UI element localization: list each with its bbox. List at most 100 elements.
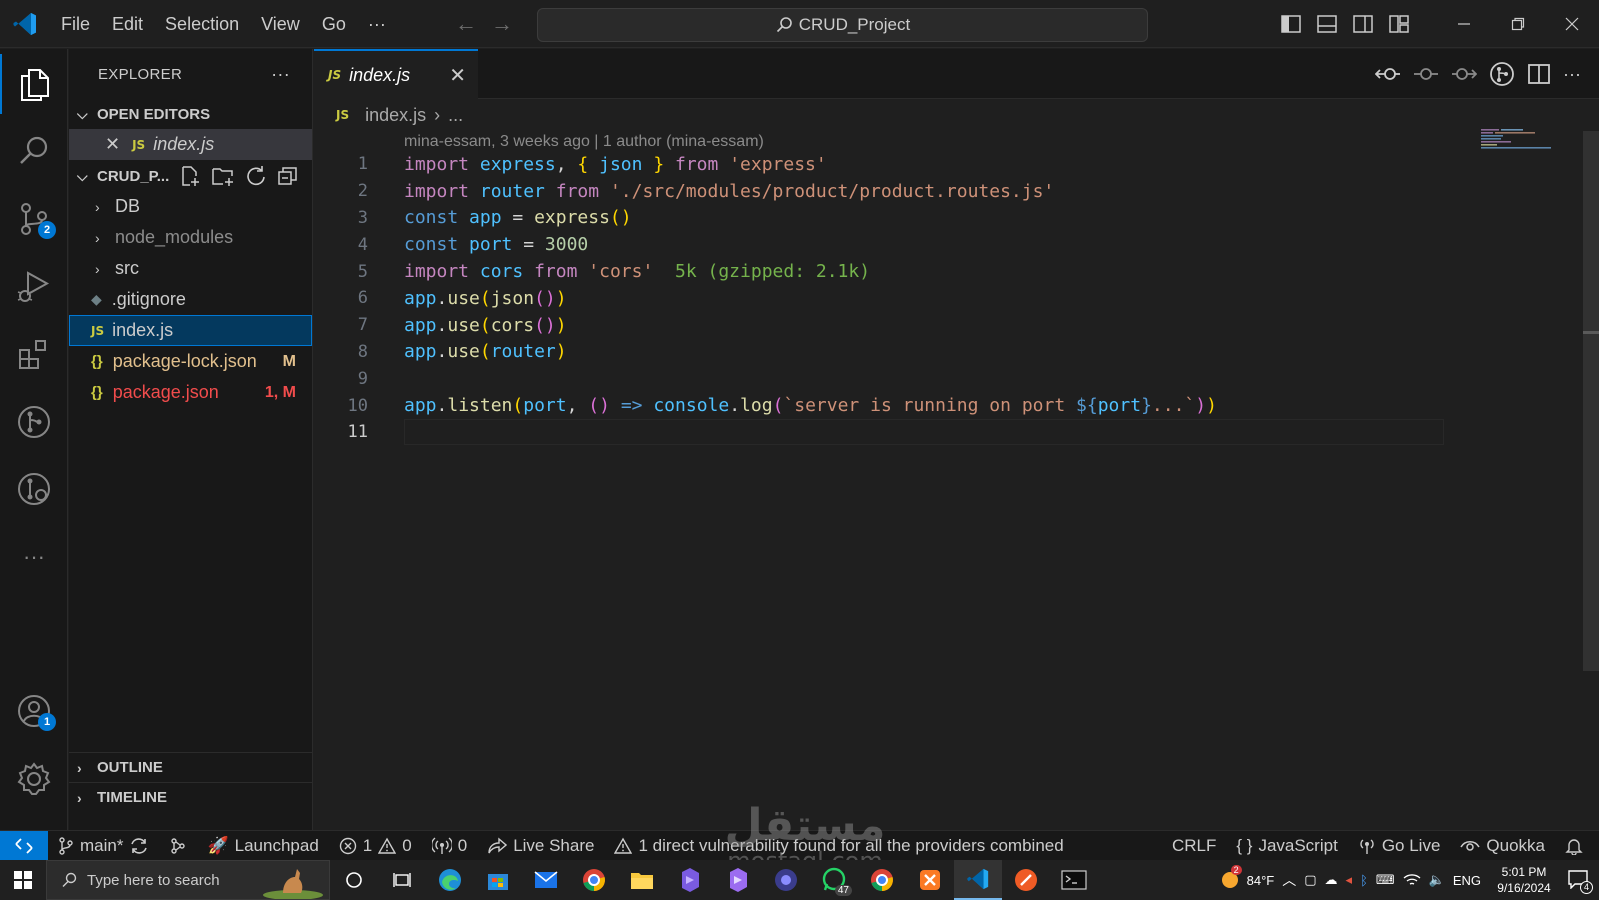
taskbar-search[interactable]: Type here to search [46,860,330,900]
next-change-icon[interactable] [1451,63,1478,85]
chevron-up-icon[interactable]: ︿ [1282,870,1296,890]
code-line[interactable]: 4 const port = 3000 [314,231,1464,258]
more-activity[interactable]: ··· [0,527,68,587]
code-line[interactable]: 9 [314,365,1464,392]
taskbar-visual-studio-2[interactable] [714,860,762,900]
menu-selection[interactable]: Selection [154,0,250,48]
open-editors-header[interactable]: ⌵ OPEN EDITORS [69,99,312,129]
language-status[interactable]: { } JavaScript [1226,836,1347,856]
code-line[interactable]: 10 app.listen(port, () => console.log(`se… [314,392,1464,419]
menu-file[interactable]: File [50,0,101,48]
customize-layout-icon[interactable] [1381,0,1417,48]
gitlens-activity[interactable] [0,392,68,452]
close-window-icon[interactable] [1545,0,1599,48]
menu-view[interactable]: View [250,0,311,48]
code-line[interactable]: 11 [314,419,1464,446]
vulnerability-status[interactable]: 1 direct vulnerability found for all the… [604,836,1073,856]
taskbar-edge[interactable] [426,860,474,900]
code-line[interactable]: 5 import cors from 'cors' 5k (gzipped: 2.… [314,258,1464,285]
manage-activity[interactable] [0,749,68,809]
taskbar-app-blue[interactable] [762,860,810,900]
accounts-activity[interactable]: 1 [0,681,68,741]
taskbar-file-explorer[interactable] [618,860,666,900]
notifications-status[interactable] [1555,837,1599,855]
gitlens-graph-icon[interactable] [1489,61,1515,87]
collapse-all-icon[interactable] [277,165,299,187]
taskbar-postman[interactable] [1002,860,1050,900]
toggle-primary-sidebar-icon[interactable] [1273,0,1309,48]
tree-file-index-js[interactable]: JS index.js [69,315,312,346]
code-line[interactable]: 2 import router from './src/modules/produ… [314,178,1464,205]
meet-now-icon[interactable]: ▢ [1304,872,1316,888]
code-line[interactable]: 3 const app = express() [314,205,1464,232]
branch-status[interactable]: main* [48,836,159,856]
menu-edit[interactable]: Edit [101,0,154,48]
tree-file-package-lock[interactable]: {} package-lock.json M [69,346,312,377]
eol-status[interactable]: CRLF [1162,836,1226,856]
taskbar-store[interactable] [474,860,522,900]
ports-status[interactable]: 0 [422,836,477,856]
toggle-secondary-sidebar-icon[interactable] [1345,0,1381,48]
taskbar-visual-studio[interactable] [666,860,714,900]
taskbar-chrome-2[interactable] [858,860,906,900]
outline-header[interactable]: › OUTLINE [69,752,313,782]
language-indicator[interactable]: ENG [1453,873,1481,888]
previous-change-icon[interactable] [1375,63,1401,85]
tree-file-package-json[interactable]: {} package.json 1, M [69,377,312,408]
taskbar-vscode[interactable] [954,860,1002,900]
close-tab-icon[interactable]: ✕ [449,63,466,88]
extensions-activity[interactable] [0,325,68,385]
toggle-panel-icon[interactable] [1309,0,1345,48]
timeline-header[interactable]: › TIMELINE [69,782,313,812]
breadcrumb-more[interactable]: ... [448,105,463,126]
taskbar-chrome[interactable] [570,860,618,900]
launchpad-status[interactable]: 🚀 Launchpad [197,836,328,856]
new-file-icon[interactable] [179,165,201,187]
menu-go[interactable]: Go [311,0,357,48]
project-header[interactable]: ⌵ CRUD_P... [69,161,312,191]
live-share-status[interactable]: Live Share [477,836,604,856]
close-icon[interactable]: ✕ [105,134,120,155]
go-live-status[interactable]: Go Live [1348,836,1451,856]
breadcrumb-file[interactable]: index.js [365,105,426,126]
run-debug-activity[interactable] [0,257,68,317]
volume-muted-icon[interactable]: ◂ [1346,872,1353,888]
command-center-search[interactable]: CRUD_Project [537,8,1148,42]
windows-start-button[interactable] [0,860,46,900]
sync-icon[interactable] [129,837,149,855]
code-line[interactable]: 6 app.use(json()) [314,285,1464,312]
back-arrow-icon[interactable]: ← [455,11,477,37]
explorer-more-button[interactable]: ··· [271,64,290,85]
tree-file-gitignore[interactable]: ◆ .gitignore [69,284,312,315]
menu-more[interactable]: ··· [357,0,397,48]
explorer-activity[interactable] [0,54,68,114]
git-graph-status[interactable] [159,837,197,855]
tree-folder-node-modules[interactable]: › node_modules [69,222,312,253]
clock[interactable]: 5:01 PM 9/16/2024 [1489,864,1559,896]
wifi-icon[interactable] [1403,873,1421,887]
weather-widget[interactable]: 2 84°F [1219,865,1274,891]
git-blame-annotation[interactable]: mina-essam, 3 weeks ago | 1 author (mina… [404,133,764,151]
taskbar-terminal[interactable] [1050,860,1098,900]
code-editor[interactable]: 1 import express, { json } from 'express'… [314,151,1464,446]
minimap[interactable] [1481,129,1561,149]
tree-folder-db[interactable]: › DB [69,191,312,222]
source-control-activity[interactable]: 2 [0,189,68,249]
quokka-status[interactable]: Quokka [1450,836,1555,856]
commit-icon[interactable] [1413,63,1439,85]
gitlens-inspect-activity[interactable] [0,459,68,519]
code-line[interactable]: 8 app.use(router) [314,339,1464,366]
input-indicator-icon[interactable]: ⌨ [1376,872,1395,888]
action-center[interactable]: 4 [1567,869,1593,894]
speaker-icon[interactable]: 🔈 [1429,872,1445,888]
task-view-windows-button[interactable] [378,860,426,900]
taskbar-xampp[interactable] [906,860,954,900]
refresh-icon[interactable] [245,165,267,187]
forward-arrow-icon[interactable]: → [491,11,513,37]
bluetooth-icon[interactable]: ᛒ [1360,873,1368,888]
problems-status[interactable]: 1 0 [329,836,422,856]
new-folder-icon[interactable] [211,165,235,187]
remote-indicator[interactable] [0,830,48,861]
minimize-icon[interactable] [1437,0,1491,48]
taskbar-whatsapp[interactable]: 47 [810,860,858,900]
